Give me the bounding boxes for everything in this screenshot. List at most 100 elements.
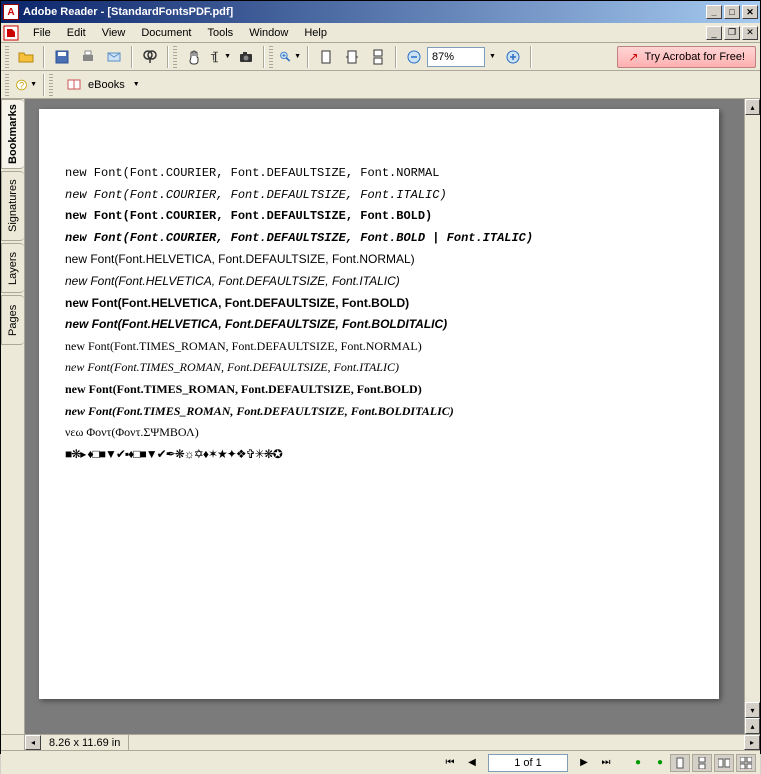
svg-text:T: T — [211, 52, 217, 62]
single-page-view-button[interactable] — [670, 754, 690, 772]
facing-view-button[interactable] — [714, 754, 734, 772]
email-button[interactable] — [102, 45, 126, 69]
dropdown-arrow-icon: ▼ — [133, 81, 140, 88]
hand-tool-button[interactable] — [182, 45, 206, 69]
fit-width-button[interactable] — [340, 45, 364, 69]
menu-edit[interactable]: Edit — [59, 25, 94, 41]
document-line: new Font(Font.TIMES_ROMAN, Font.DEFAULTS… — [65, 379, 693, 401]
back-button[interactable]: ● — [628, 754, 648, 772]
document-line: new Font(Font.COURIER, Font.DEFAULTSIZE,… — [65, 206, 693, 228]
scroll-down-button[interactable]: ▾ — [745, 702, 760, 718]
scroll-left-button[interactable]: ◂ — [25, 735, 41, 750]
help-button[interactable]: ?▼ — [14, 73, 38, 97]
text-select-button[interactable]: T▼ — [208, 45, 232, 69]
title-bar: A Adobe Reader - [StandardFontsPDF.pdf] … — [1, 1, 760, 23]
tab-bookmarks[interactable]: Bookmarks — [1, 99, 24, 169]
ebooks-button[interactable]: eBooks ▼ — [57, 74, 149, 96]
document-line: new Font(Font.HELVETICA, Font.DEFAULTSIZ… — [65, 293, 693, 315]
prev-page-button[interactable]: ◀ — [462, 754, 482, 772]
menu-file[interactable]: File — [25, 25, 59, 41]
separator — [167, 46, 169, 68]
separator — [530, 46, 532, 68]
next-page-button[interactable]: ▶ — [574, 754, 594, 772]
toolbar-grip[interactable] — [5, 74, 9, 96]
zoom-input[interactable]: 87% — [427, 47, 485, 67]
page-navigation: ⏮ ◀ ▶ ⏭ ● ● — [440, 754, 670, 772]
document-line: new Font(Font.TIMES_ROMAN, Font.DEFAULTS… — [65, 357, 693, 379]
window-title: Adobe Reader - [StandardFontsPDF.pdf] — [23, 6, 706, 18]
svg-text:?: ? — [19, 80, 24, 90]
menu-tools[interactable]: Tools — [200, 25, 242, 41]
document-line: new Font(Font.COURIER, Font.DEFAULTSIZE,… — [65, 163, 693, 185]
menu-help[interactable]: Help — [296, 25, 335, 41]
tab-signatures[interactable]: Signatures — [1, 171, 24, 241]
side-spacer — [1, 735, 25, 750]
snapshot-button[interactable] — [234, 45, 258, 69]
zoom-dropdown-icon[interactable]: ▼ — [489, 53, 496, 60]
horizontal-scroll-area: ◂ 8.26 x 11.69 in ▸ — [1, 734, 760, 750]
document-line: ■❋▸ ♦□■▼✔▪♦□■▼✔✒❋☼✡♦✶★✦❖✞✳❋✪ — [65, 444, 693, 466]
document-line: new Font(Font.TIMES_ROMAN, Font.DEFAULTS… — [65, 401, 693, 423]
secondary-toolbar: ?▼ eBooks ▼ — [1, 71, 760, 99]
document-line: new Font(Font.HELVETICA, Font.DEFAULTSIZ… — [65, 314, 693, 336]
menu-window[interactable]: Window — [241, 25, 296, 41]
close-button[interactable]: ✕ — [742, 5, 758, 19]
zoom-in-plus-button[interactable] — [501, 45, 525, 69]
window-controls: _ □ ✕ — [706, 5, 758, 19]
toolbar-grip[interactable] — [5, 46, 9, 68]
toolbar-grip[interactable] — [173, 46, 177, 68]
last-page-button[interactable]: ⏭ — [596, 754, 616, 772]
scroll-right-button[interactable]: ▸ — [744, 735, 760, 750]
pdf-page: new Font(Font.COURIER, Font.DEFAULTSIZE,… — [39, 109, 719, 699]
mdi-restore-button[interactable]: ❐ — [724, 26, 740, 40]
separator — [43, 46, 45, 68]
pdf-icon — [3, 25, 19, 41]
mdi-controls: _ ❐ ✕ — [706, 26, 758, 40]
ebooks-label: eBooks — [88, 79, 125, 91]
mdi-close-button[interactable]: ✕ — [742, 26, 758, 40]
continuous-view-button[interactable] — [692, 754, 712, 772]
menu-document[interactable]: Document — [133, 25, 199, 41]
page-indicator-input[interactable] — [488, 754, 568, 772]
dropdown-arrow-icon: ▼ — [224, 53, 231, 60]
tab-layers[interactable]: Layers — [1, 243, 24, 293]
zoom-in-button[interactable]: ▼ — [278, 45, 302, 69]
fit-page-button[interactable] — [314, 45, 338, 69]
zoom-out-button[interactable] — [402, 45, 426, 69]
document-line: new Font(Font.COURIER, Font.DEFAULTSIZE,… — [65, 228, 693, 250]
scroll-track[interactable] — [745, 115, 760, 702]
h-scroll-track[interactable] — [129, 735, 744, 750]
ebooks-icon — [66, 77, 82, 93]
print-button[interactable] — [76, 45, 100, 69]
scroll-up-button[interactable]: ▴ — [745, 99, 760, 115]
menu-bar: File Edit View Document Tools Window Hel… — [1, 23, 760, 43]
toolbar-grip[interactable] — [49, 74, 53, 96]
tab-pages[interactable]: Pages — [1, 295, 24, 345]
page-up-button[interactable]: ▴ — [745, 718, 760, 734]
document-line: new Font(Font.TIMES_ROMAN, Font.DEFAULTS… — [65, 336, 693, 358]
arrow-icon: ↗ — [628, 50, 638, 64]
toolbar-area: T▼ ▼ 87% ▼ ↗ Try Acrobat for Free! ?▼ eB… — [1, 43, 760, 99]
continuous-button[interactable] — [366, 45, 390, 69]
document-line: new Font(Font.COURIER, Font.DEFAULTSIZE,… — [65, 185, 693, 207]
vertical-scrollbar[interactable]: ▴ ▾ ▴ ▾ — [744, 99, 760, 734]
minimize-button[interactable]: _ — [706, 5, 722, 19]
content-area: Bookmarks Signatures Layers Pages new Fo… — [1, 99, 760, 734]
menu-view[interactable]: View — [94, 25, 134, 41]
toolbar-grip[interactable] — [269, 46, 273, 68]
save-button[interactable] — [50, 45, 74, 69]
separator — [263, 46, 265, 68]
search-button[interactable] — [138, 45, 162, 69]
open-button[interactable] — [14, 45, 38, 69]
mdi-minimize-button[interactable]: _ — [706, 26, 722, 40]
continuous-facing-view-button[interactable] — [736, 754, 756, 772]
app-icon: A — [3, 4, 19, 20]
separator — [395, 46, 397, 68]
try-acrobat-button[interactable]: ↗ Try Acrobat for Free! — [617, 46, 756, 68]
separator — [307, 46, 309, 68]
main-toolbar: T▼ ▼ 87% ▼ ↗ Try Acrobat for Free! — [1, 43, 760, 71]
document-viewport[interactable]: new Font(Font.COURIER, Font.DEFAULTSIZE,… — [25, 99, 760, 734]
forward-button[interactable]: ● — [650, 754, 670, 772]
first-page-button[interactable]: ⏮ — [440, 754, 460, 772]
maximize-button[interactable]: □ — [724, 5, 740, 19]
